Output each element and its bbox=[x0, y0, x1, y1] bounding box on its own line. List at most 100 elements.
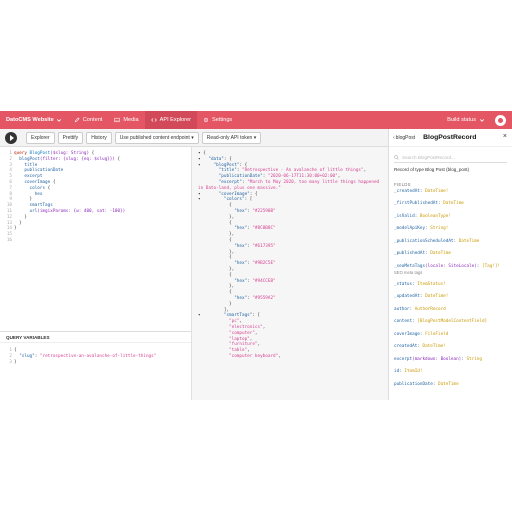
docs-search-placeholder: Search BlogPostRecord... bbox=[402, 154, 455, 160]
docs-field-name[interactable]: _seoMetaTags bbox=[394, 264, 425, 269]
top-navigation-bar: DatoCMS Website Content Media API Explor… bbox=[0, 111, 512, 129]
docs-field[interactable]: _isValid: BooleanType! bbox=[389, 214, 512, 220]
docs-field-type[interactable]: ItemStatus! bbox=[417, 282, 445, 287]
nav-api-explorer-label: API Explorer bbox=[159, 117, 192, 123]
variables-line-numbers: 123 bbox=[9, 348, 12, 365]
docs-field-description: SEO meta tags bbox=[394, 269, 423, 275]
endpoint-select-label: Use published content endpoint bbox=[119, 134, 190, 141]
docs-fields-list: _createdAt: DateTime! _firstPublishedAt: … bbox=[389, 189, 512, 387]
docs-field[interactable]: excerpt(markdown: Boolean): String bbox=[389, 357, 512, 363]
docs-header: ‹ blogPost BlogPostRecord × bbox=[389, 129, 512, 147]
docs-field[interactable]: _firstPublishedAt: DateTime bbox=[389, 201, 512, 207]
query-variables-title: QUERY VARIABLES bbox=[0, 332, 191, 343]
docs-field[interactable]: createdAt: DateTime! bbox=[389, 344, 512, 350]
docs-field-name[interactable]: _updatedAt bbox=[394, 294, 420, 299]
nav-media[interactable]: Media bbox=[108, 111, 144, 129]
docs-back-link[interactable]: ‹ blogPost bbox=[393, 135, 415, 141]
close-icon[interactable]: × bbox=[503, 133, 507, 140]
docs-field[interactable]: _modelApiKey: String! bbox=[389, 226, 512, 232]
nav-settings-label: Settings bbox=[212, 117, 233, 123]
code-icon bbox=[150, 118, 157, 122]
docs-field[interactable]: publicationDate: DateTime bbox=[389, 382, 512, 388]
docs-field[interactable]: content: [BlogPostModelContentField] bbox=[389, 319, 512, 325]
docs-field[interactable]: _status: ItemStatus! bbox=[389, 282, 512, 288]
docs-field-type[interactable]: ItemId! bbox=[404, 369, 422, 374]
chevron-down-icon bbox=[56, 119, 61, 122]
docs-field[interactable]: _seoMetaTags(locale: SiteLocale): [Tag!]… bbox=[389, 264, 512, 275]
docs-field-name[interactable]: content bbox=[394, 319, 412, 324]
docs-field-name[interactable]: excerpt bbox=[394, 357, 412, 362]
docs-field-type[interactable]: [Tag!]! bbox=[482, 264, 500, 269]
docs-field-name[interactable]: _publicationScheduledAt bbox=[394, 239, 454, 244]
docs-field-name[interactable]: id bbox=[394, 369, 399, 374]
graphiql-toolbar: Explorer Prettify History Use published … bbox=[0, 129, 388, 147]
docs-field-name[interactable]: _status bbox=[394, 282, 412, 287]
nav-media-label: Media bbox=[123, 117, 139, 123]
docs-field-type[interactable]: [BlogPostModelContentField] bbox=[417, 319, 487, 324]
docs-field-type[interactable]: BooleanType! bbox=[420, 214, 451, 219]
nav-api-explorer[interactable]: API Explorer bbox=[144, 111, 198, 129]
docs-field[interactable]: _publishedAt: DateTime bbox=[389, 251, 512, 257]
docs-field-name[interactable]: _publishedAt bbox=[394, 251, 425, 256]
build-status-label: Build status bbox=[447, 117, 476, 123]
docs-field-args: (markdown: Boolean) bbox=[412, 356, 462, 362]
image-icon bbox=[114, 117, 121, 123]
docs-field-name[interactable]: _createdAt bbox=[394, 189, 420, 194]
docs-field-type[interactable]: DateTime bbox=[443, 201, 464, 206]
docs-title: BlogPostRecord bbox=[423, 134, 477, 141]
docs-field-type[interactable]: DateTime! bbox=[425, 189, 448, 194]
docs-field[interactable]: _publicationScheduledAt: DateTime bbox=[389, 239, 512, 245]
query-editor[interactable]: 1 2 3 4 5 6 7 8 9 10 11 12 13 14 15 16 query BlogPost($… bbox=[0, 147, 192, 331]
nav-settings[interactable]: Settings bbox=[197, 111, 238, 129]
docs-type-description: Record of type Blog Post (blog_post) bbox=[394, 167, 470, 172]
chevron-down-icon bbox=[479, 119, 485, 122]
nav-content[interactable]: Content bbox=[68, 111, 109, 129]
docs-field-type[interactable]: String bbox=[466, 357, 482, 362]
docs-field-type[interactable]: FileField bbox=[425, 332, 448, 337]
docs-field-type[interactable]: DateTime bbox=[438, 382, 459, 387]
docs-field-type[interactable]: DateTime bbox=[430, 251, 451, 256]
endpoint-select[interactable]: Use published content endpoint ▾ bbox=[114, 131, 199, 144]
search-icon bbox=[394, 154, 399, 160]
build-status-button[interactable]: Build status bbox=[447, 117, 495, 123]
docs-field-type[interactable]: DateTime! bbox=[422, 344, 445, 349]
gear-icon bbox=[203, 117, 209, 123]
site-switcher[interactable]: DatoCMS Website bbox=[0, 117, 68, 123]
site-name: DatoCMS Website bbox=[6, 117, 54, 123]
history-button[interactable]: History bbox=[86, 131, 112, 144]
docs-field-name[interactable]: _isValid bbox=[394, 214, 415, 219]
docs-field-name[interactable]: createdAt bbox=[394, 344, 417, 349]
docs-field-name[interactable]: _firstPublishedAt bbox=[394, 201, 438, 206]
docs-field-name[interactable]: coverImage bbox=[394, 332, 420, 337]
docs-fields-header: FIELDS bbox=[394, 182, 411, 187]
pencil-icon bbox=[74, 117, 80, 123]
docs-field[interactable]: coverImage: FileField bbox=[389, 332, 512, 338]
docs-search-input[interactable]: Search BlogPostRecord... bbox=[394, 152, 507, 163]
api-explorer-app: DatoCMS Website Content Media API Explor… bbox=[0, 111, 512, 400]
docs-field[interactable]: _updatedAt: DateTime! bbox=[389, 294, 512, 300]
docs-field-args: (locale: SiteLocale) bbox=[425, 263, 477, 269]
nav-content-label: Content bbox=[82, 117, 103, 123]
chevron-left-icon: ‹ bbox=[393, 134, 395, 141]
docs-field-type[interactable]: DateTime! bbox=[425, 294, 448, 299]
query-variables-panel[interactable]: QUERY VARIABLES 123 { "slug": "retrospec… bbox=[0, 331, 192, 400]
variables-code: { "slug": "retrospective-an-avalanche-of… bbox=[14, 348, 157, 365]
docs-field-type[interactable]: String! bbox=[430, 226, 448, 231]
prettify-button[interactable]: Prettify bbox=[57, 131, 84, 144]
docs-field-type[interactable]: AuthorRecord bbox=[415, 307, 446, 312]
docs-field-name[interactable]: author bbox=[394, 307, 410, 312]
api-token-select[interactable]: Read-only API token ▾ bbox=[201, 131, 262, 144]
result-code: ▾ {▾ "data": {▾ "blogPost": { "title": "… bbox=[198, 151, 380, 359]
explorer-button[interactable]: Explorer bbox=[26, 131, 55, 144]
docs-field-name[interactable]: _modelApiKey bbox=[394, 226, 425, 231]
user-avatar[interactable] bbox=[495, 114, 506, 126]
documentation-explorer: ‹ blogPost BlogPostRecord × Search BlogPo… bbox=[388, 129, 512, 400]
docs-field[interactable]: _createdAt: DateTime! bbox=[389, 189, 512, 195]
result-viewer: ▾ {▾ "data": {▾ "blogPost": { "title": "… bbox=[192, 147, 388, 400]
docs-field[interactable]: id: ItemId! bbox=[389, 369, 512, 375]
docs-field-name[interactable]: publicationDate bbox=[394, 382, 433, 387]
docs-field[interactable]: author: AuthorRecord bbox=[389, 307, 512, 313]
docs-field-type[interactable]: DateTime bbox=[459, 239, 480, 244]
run-query-button[interactable] bbox=[5, 131, 17, 144]
query-code: query BlogPost($slug: String) { blogPost… bbox=[14, 151, 126, 232]
